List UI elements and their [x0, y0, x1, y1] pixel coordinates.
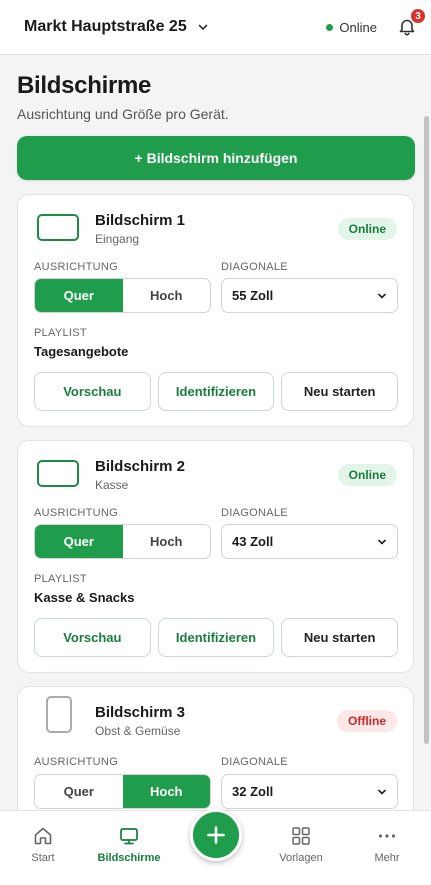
diagonal-value: 32 Zoll — [232, 784, 274, 799]
store-name: Markt Hauptstraße 25 — [24, 18, 187, 35]
orientation-option-landscape[interactable]: Quer — [35, 775, 123, 808]
home-icon — [34, 827, 52, 845]
diagonal-value: 55 Zoll — [232, 288, 274, 303]
orientation-option-portrait[interactable]: Hoch — [123, 279, 211, 312]
main-content[interactable]: Bildschirme Ausrichtung und Größe pro Ge… — [0, 56, 431, 810]
preview-button[interactable]: Vorschau — [34, 372, 151, 411]
nav-item-templates[interactable]: Vorlagen — [266, 825, 336, 864]
restart-button[interactable]: Neu starten — [281, 618, 399, 657]
nav-label: Bildschirme — [97, 852, 161, 864]
orientation-label: AUSRICHTUNG — [34, 507, 118, 519]
screen-card: Bildschirm 1 Eingang Online AUSRICHTUNG … — [17, 194, 414, 427]
notifications-button[interactable]: 3 — [397, 8, 426, 37]
playlist-label: PLAYLIST — [34, 327, 87, 339]
diagonal-value: 43 Zoll — [232, 534, 274, 549]
page-title: Bildschirme — [17, 72, 152, 99]
orientation-label: AUSRICHTUNG — [34, 756, 118, 768]
landscape-screen-icon — [37, 460, 79, 487]
status-badge: Online — [337, 218, 397, 240]
playlist-label: PLAYLIST — [34, 573, 87, 585]
orientation-toggle: Quer Hoch — [34, 278, 211, 313]
orientation-option-portrait[interactable]: Hoch — [123, 525, 211, 558]
store-selector[interactable]: Markt Hauptstraße 25 — [24, 18, 209, 36]
screen-name: Bildschirm 1 — [95, 212, 186, 229]
diagonal-select[interactable]: 32 Zoll — [221, 774, 398, 809]
connection-status-label: Online — [339, 19, 377, 35]
screen-location: Obst & Gemüse — [95, 724, 181, 738]
nav-label: Vorlagen — [279, 852, 323, 864]
nav-item-start[interactable]: Start — [8, 825, 78, 864]
identify-button[interactable]: Identifizieren — [157, 372, 275, 411]
card-actions: Vorschau Identifizieren Neu starten — [34, 618, 399, 657]
landscape-screen-icon — [37, 214, 79, 241]
playlist-value: Tagesangebote — [34, 344, 129, 359]
chevron-down-icon — [377, 787, 387, 797]
restart-button[interactable]: Neu starten — [281, 372, 399, 411]
orientation-toggle: Quer Hoch — [34, 774, 211, 809]
fab-add-button[interactable] — [190, 809, 242, 861]
diagonal-select[interactable]: 43 Zoll — [221, 524, 398, 559]
playlist-value: Kasse & Snacks — [34, 590, 135, 605]
orientation-option-landscape[interactable]: Quer — [35, 279, 123, 312]
grid-icon — [292, 827, 310, 845]
chevron-down-icon — [197, 21, 209, 33]
nav-item-more[interactable]: Mehr — [352, 825, 422, 864]
more-icon — [378, 834, 396, 838]
diagonal-label: DIAGONALE — [221, 756, 288, 768]
diagonal-label: DIAGONALE — [221, 261, 288, 273]
chevron-down-icon — [377, 291, 387, 301]
status-dot — [326, 23, 334, 31]
page-subtitle: Ausrichtung und Größe pro Gerät. — [17, 106, 229, 122]
card-actions: Vorschau Identifizieren Neu starten — [34, 372, 399, 411]
screen-location: Kasse — [95, 478, 129, 492]
screen-name: Bildschirm 3 — [95, 704, 186, 721]
screen-location: Eingang — [95, 232, 140, 246]
nav-label: Start — [31, 852, 55, 864]
notification-badge: 3 — [410, 8, 426, 24]
monitor-icon — [120, 828, 138, 845]
plus-icon — [207, 826, 225, 844]
add-screen-button[interactable]: + Bildschirm hinzufügen — [17, 136, 415, 180]
preview-button[interactable]: Vorschau — [34, 618, 151, 657]
portrait-screen-icon — [46, 696, 72, 733]
status-badge: Offline — [337, 710, 397, 732]
screen-card: Bildschirm 3 Obst & Gemüse Offline AUSRI… — [17, 686, 414, 810]
diagonal-select[interactable]: 55 Zoll — [221, 278, 398, 313]
top-bar: Markt Hauptstraße 25 Online 3 — [0, 0, 431, 55]
screen-card: Bildschirm 2 Kasse Online AUSRICHTUNG DI… — [17, 440, 414, 673]
orientation-label: AUSRICHTUNG — [34, 261, 118, 273]
chevron-down-icon — [377, 537, 387, 547]
connection-status: Online — [326, 20, 377, 35]
orientation-option-landscape[interactable]: Quer — [35, 525, 123, 558]
scrollbar[interactable] — [424, 116, 429, 744]
orientation-option-portrait[interactable]: Hoch — [122, 775, 210, 808]
screen-name: Bildschirm 2 — [95, 458, 186, 475]
identify-button[interactable]: Identifizieren — [157, 618, 275, 657]
orientation-toggle: Quer Hoch — [34, 524, 211, 559]
nav-item-screens[interactable]: Bildschirme — [94, 825, 164, 864]
status-badge: Online — [337, 464, 397, 486]
nav-label: Mehr — [374, 852, 400, 864]
diagonal-label: DIAGONALE — [221, 507, 288, 519]
